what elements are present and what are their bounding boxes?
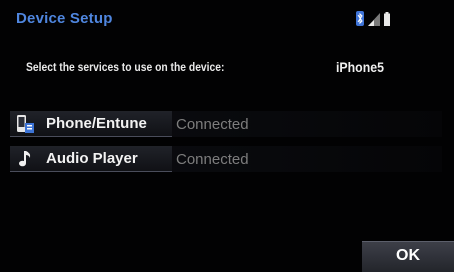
service-row-phone: Phone/Entune Connected <box>10 111 442 137</box>
phone-entune-button[interactable]: Phone/Entune <box>10 111 172 137</box>
ok-button[interactable]: OK <box>362 241 454 272</box>
ok-label: OK <box>396 247 420 264</box>
device-setup-screen: Device Setup Select the services to use … <box>0 0 454 272</box>
audio-player-button[interactable]: Audio Player <box>10 146 172 172</box>
music-note-icon <box>16 150 34 168</box>
phone-entune-label: Phone/Entune <box>46 115 147 132</box>
status-bar <box>356 11 396 27</box>
audio-player-status: Connected <box>176 151 249 168</box>
bluetooth-icon <box>356 11 364 26</box>
signal-strength-icon <box>368 13 380 26</box>
instruction-text: Select the services to use on the device… <box>26 60 225 74</box>
audio-player-label: Audio Player <box>46 150 138 167</box>
phone-entune-status: Connected <box>176 116 249 133</box>
service-row-audio: Audio Player Connected <box>10 146 442 172</box>
phone-icon <box>16 115 34 133</box>
battery-icon <box>384 12 390 26</box>
page-title: Device Setup <box>16 10 113 27</box>
device-name: iPhone5 <box>336 59 384 75</box>
